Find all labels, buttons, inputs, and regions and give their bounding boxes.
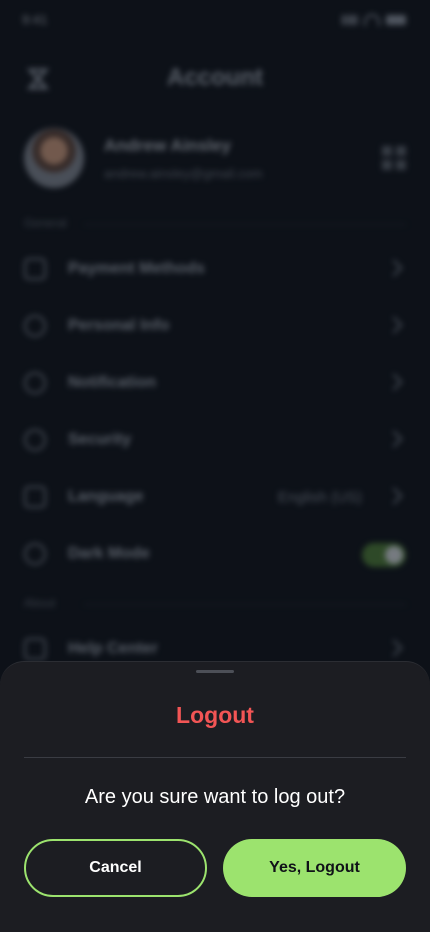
logout-bottom-sheet: Logout Are you sure want to log out? Can…	[0, 661, 430, 932]
confirm-logout-button[interactable]: Yes, Logout	[223, 839, 406, 897]
screen: 9:41 Account Andrew Ainsley andrew.ainsl…	[0, 0, 430, 932]
cancel-button[interactable]: Cancel	[24, 839, 207, 897]
sheet-drag-handle[interactable]	[196, 670, 234, 673]
dialog-divider	[24, 757, 406, 758]
dialog-title: Logout	[176, 702, 254, 728]
dialog-message: Are you sure want to log out?	[84, 786, 346, 808]
